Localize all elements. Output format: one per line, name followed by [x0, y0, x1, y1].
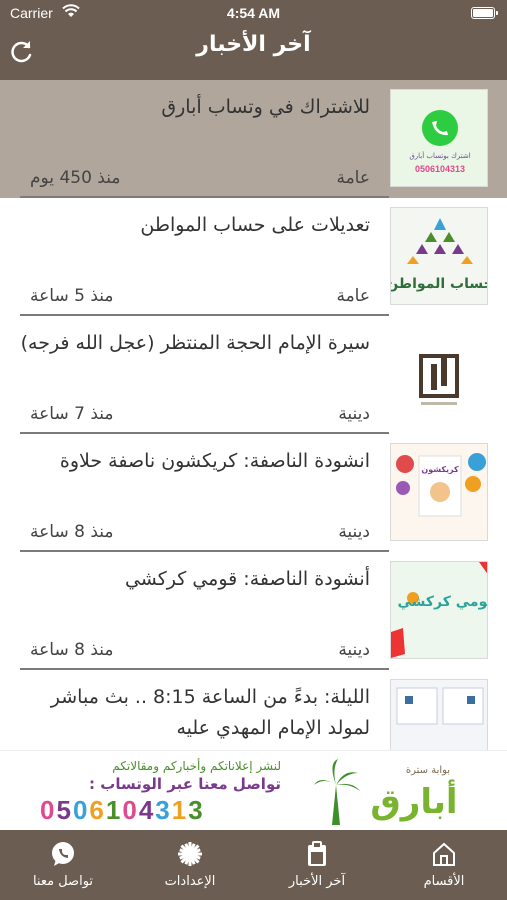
home-icon — [433, 842, 455, 866]
battery-icon — [471, 7, 498, 19]
thumb-caption: اشترك بوتساب أبارق — [409, 151, 470, 160]
logo-subtext: بوابة سترة — [406, 765, 450, 776]
thumb-phone: 0506104313 — [415, 164, 465, 174]
banner-cta: تواصل معنا عبر الوتساب : — [89, 775, 281, 793]
phone-digit: 0 — [72, 795, 90, 825]
news-thumbnail: اشترك بوتساب أبارق 0506104313 — [390, 89, 488, 187]
news-thumbnail — [390, 325, 488, 423]
phone-digit: 0 — [40, 795, 57, 825]
news-time: منذ 450 يوم — [30, 168, 121, 188]
thumb-caption: قومي كركشي — [397, 594, 488, 610]
news-list[interactable]: اشترك بوتساب أبارق 0506104313 للاشتراك ف… — [0, 80, 507, 750]
news-time: منذ 8 ساعة — [30, 522, 114, 542]
news-row[interactable]: كريكشون انشودة الناصفة: كريكشون ناصفة حل… — [0, 434, 507, 552]
tab-contact[interactable]: تواصل معنا — [0, 830, 126, 900]
phone-digit: 3 — [188, 795, 205, 825]
navigation-bar: Carrier 4:54 AM آخر الأخبار — [0, 0, 507, 80]
news-row[interactable]: اشترك بوتساب أبارق 0506104313 للاشتراك ف… — [0, 80, 507, 198]
news-title: تعديلات على حساب المواطن — [140, 214, 370, 236]
news-category: عامة — [336, 286, 370, 306]
news-row[interactable]: سيرة الإمام الحجة المنتظر (عجل الله فرجه… — [0, 316, 507, 434]
news-title: انشودة الناصفة: كريكشون ناصفة حلاوة — [59, 450, 370, 472]
news-row[interactable]: حساب المواطن تعديلات على حساب المواطن عا… — [0, 198, 507, 316]
tab-label: الإعدادات — [164, 874, 216, 889]
news-thumbnail: قومي كركشي — [390, 561, 488, 659]
tab-label: الأقسام — [423, 874, 465, 889]
news-title: أنشودة الناصفة: قومي كركشي — [124, 568, 370, 590]
page-title: آخر الأخبار — [196, 32, 311, 57]
phone-digit: 3 — [155, 795, 172, 825]
banner-phone: 0506104313 — [40, 795, 205, 826]
clock: 4:54 AM — [226, 5, 281, 21]
ad-banner[interactable]: لنشر إعلاناتكم وأخباركم ومقالاتكم تواصل … — [0, 750, 507, 830]
thumb-caption: حساب المواطن — [391, 276, 488, 292]
tab-latest-news[interactable]: آخر الأخبار — [254, 830, 380, 900]
phone-digit: 1 — [105, 795, 123, 825]
news-title: سيرة الإمام الحجة المنتظر (عجل الله فرجه… — [20, 332, 370, 354]
news-title: الليلة: بدءً من الساعة 8:15 .. بث مباشر … — [50, 686, 370, 739]
abariq-logo: بوابة سترة أبارق — [314, 759, 458, 825]
tab-categories[interactable]: الأقسام — [381, 830, 507, 900]
phone-digit: 0 — [122, 795, 139, 825]
thumb-caption: كريكشون — [421, 465, 459, 474]
news-time: منذ 7 ساعة — [30, 404, 114, 424]
gear-icon — [178, 842, 202, 866]
news-row[interactable]: قومي كركشي أنشودة الناصفة: قومي كركشي دي… — [0, 552, 507, 670]
news-time: منذ 8 ساعة — [30, 640, 114, 660]
status-bar: Carrier 4:54 AM — [0, 0, 507, 28]
phone-digit: 1 — [171, 795, 189, 825]
news-thumbnail: حساب المواطن — [390, 207, 488, 305]
tab-label: تواصل معنا — [32, 874, 94, 889]
tab-settings[interactable]: الإعدادات — [127, 830, 253, 900]
news-thumbnail: كريكشون — [390, 443, 488, 541]
phone-digit: 6 — [89, 795, 106, 825]
news-time: منذ 5 ساعة — [30, 286, 114, 306]
phone-digit: 5 — [56, 795, 73, 825]
logo-text: أبارق — [370, 779, 457, 822]
news-row[interactable]: الليلة: بدءً من الساعة 8:15 .. بث مباشر … — [0, 670, 507, 750]
tab-bar: الأقسام آخر الأخبار الإعدادات تواصل معنا — [0, 830, 507, 900]
whatsapp-icon — [52, 842, 74, 866]
news-thumbnail — [390, 679, 488, 750]
banner-text: لنشر إعلاناتكم وأخباركم ومقالاتكم — [112, 759, 281, 773]
news-category: دينية — [338, 640, 370, 660]
phone-digit: 4 — [138, 795, 156, 825]
clipboard-icon — [308, 841, 326, 866]
news-category: عامة — [336, 168, 370, 188]
news-title: للاشتراك في وتساب أبارق — [161, 96, 370, 118]
news-category: دينية — [338, 522, 370, 542]
tab-label: آخر الأخبار — [288, 874, 346, 889]
news-category: دينية — [338, 404, 370, 424]
